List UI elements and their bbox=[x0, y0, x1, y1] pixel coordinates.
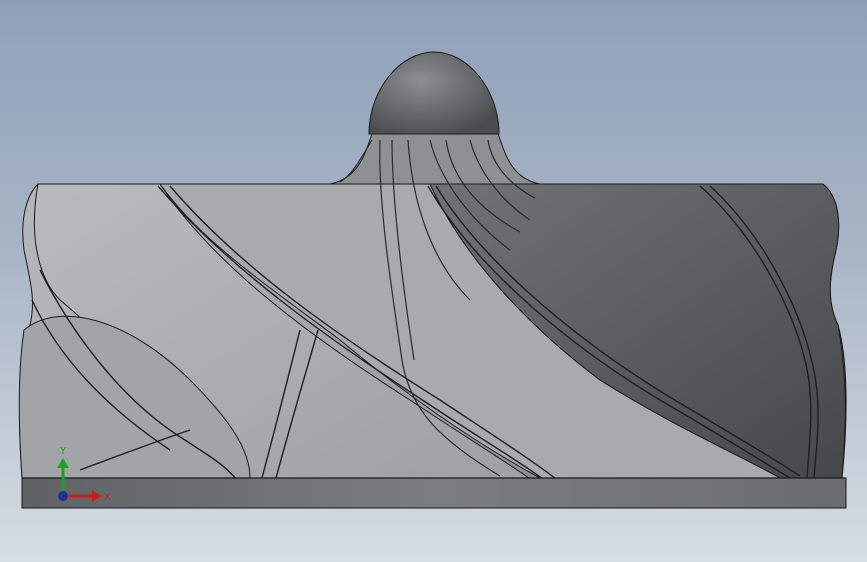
base-plate bbox=[21, 477, 847, 509]
cad-graphics-viewport[interactable]: Y X bbox=[0, 0, 867, 562]
nose-cone bbox=[368, 51, 500, 135]
impeller-model-view[interactable]: Y X bbox=[0, 0, 867, 562]
z-axis-dot-icon bbox=[58, 491, 68, 501]
y-axis-label: Y bbox=[59, 446, 67, 457]
hub-neck bbox=[329, 133, 541, 185]
x-axis-label: X bbox=[104, 492, 111, 503]
